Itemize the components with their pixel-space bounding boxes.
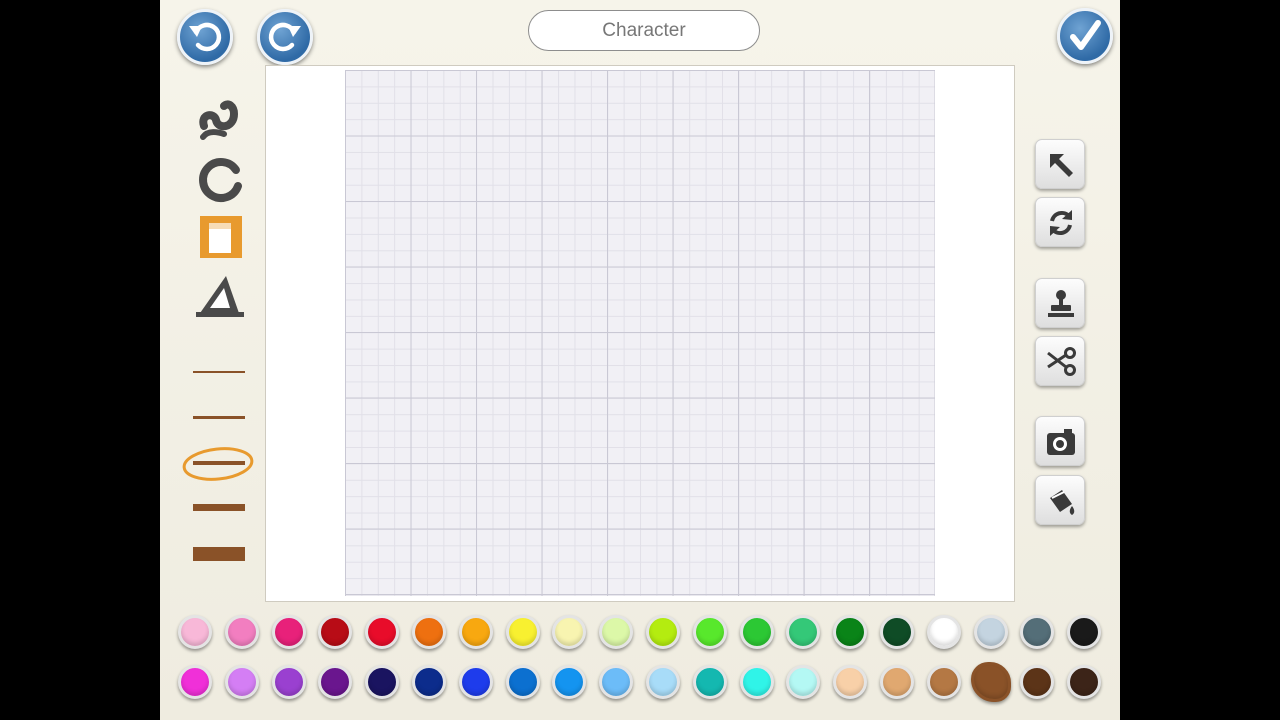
checkmark-icon	[1070, 20, 1101, 50]
square-icon	[200, 216, 242, 258]
color-swatch[interactable]	[224, 615, 259, 649]
color-swatch[interactable]	[880, 665, 914, 699]
color-swatch[interactable]	[599, 615, 634, 649]
color-swatch[interactable]	[458, 615, 493, 649]
color-swatch[interactable]	[412, 665, 446, 699]
color-swatch[interactable]	[646, 665, 680, 699]
color-swatch[interactable]	[833, 665, 868, 699]
color-swatch[interactable]	[552, 665, 587, 699]
stamp-button[interactable]	[1035, 278, 1085, 328]
brush-line	[193, 547, 245, 561]
color-swatch[interactable]	[552, 615, 587, 649]
brush-line	[193, 371, 245, 373]
brush-size-5[interactable]	[182, 537, 256, 571]
color-swatch[interactable]	[926, 665, 961, 699]
color-swatch[interactable]	[786, 665, 821, 699]
stamp-icon	[1048, 290, 1074, 317]
page-title: Character	[602, 20, 686, 41]
color-swatch[interactable]	[318, 665, 353, 699]
freehand-tool[interactable]	[190, 92, 250, 148]
redo-button[interactable]	[257, 9, 313, 65]
color-swatch[interactable]	[739, 665, 774, 699]
color-swatch[interactable]	[833, 615, 868, 649]
undo-button[interactable]	[177, 9, 233, 65]
fill-button[interactable]	[1035, 475, 1085, 525]
brush-line	[193, 461, 245, 465]
color-swatch[interactable]	[973, 615, 1008, 649]
brush-line	[193, 416, 245, 419]
brush-size-2[interactable]	[182, 400, 256, 434]
character-name-field[interactable]: Character	[528, 10, 760, 51]
color-swatch[interactable]	[786, 615, 821, 649]
camera-icon	[1047, 429, 1075, 455]
redo-icon	[268, 22, 301, 52]
rotate-icon	[1050, 210, 1072, 236]
color-swatch[interactable]	[224, 665, 259, 699]
color-swatch[interactable]	[1020, 615, 1055, 649]
color-swatch-selected[interactable]	[970, 662, 1011, 702]
color-swatch[interactable]	[318, 615, 353, 649]
brush-size-4[interactable]	[182, 490, 256, 524]
app-window: Character	[160, 0, 1120, 720]
color-swatch[interactable]	[412, 615, 446, 649]
brush-size-3[interactable]	[182, 446, 256, 481]
color-swatch[interactable]	[458, 665, 493, 699]
color-swatch[interactable]	[692, 665, 727, 699]
select-arrow-icon	[1050, 154, 1073, 177]
select-tool-button[interactable]	[1035, 139, 1085, 189]
scissors-icon	[1047, 347, 1076, 376]
color-swatch[interactable]	[505, 665, 540, 699]
undo-icon	[189, 22, 222, 52]
drawing-canvas[interactable]	[345, 70, 935, 596]
color-swatch[interactable]	[505, 615, 540, 649]
brush-line	[193, 504, 245, 511]
color-swatch[interactable]	[271, 615, 306, 649]
squiggle-icon	[199, 100, 239, 140]
circle-icon	[199, 158, 242, 202]
color-swatch[interactable]	[178, 665, 212, 699]
circle-tool[interactable]	[190, 152, 250, 208]
paint-bucket-icon	[1050, 490, 1075, 515]
color-swatch[interactable]	[1067, 665, 1102, 699]
square-tool[interactable]	[190, 210, 250, 266]
color-swatch[interactable]	[365, 615, 400, 649]
color-swatch[interactable]	[599, 665, 634, 699]
camera-button[interactable]	[1035, 416, 1085, 466]
triangle-icon	[196, 276, 244, 317]
color-swatch[interactable]	[739, 615, 774, 649]
color-swatch[interactable]	[178, 615, 212, 649]
brush-size-1[interactable]	[182, 355, 256, 389]
color-swatch[interactable]	[1020, 665, 1055, 699]
color-swatch[interactable]	[880, 615, 914, 649]
color-swatch[interactable]	[926, 615, 961, 649]
color-swatch[interactable]	[271, 665, 306, 699]
color-swatch[interactable]	[365, 665, 400, 699]
triangle-tool[interactable]	[190, 268, 250, 324]
color-swatch[interactable]	[646, 615, 680, 649]
color-swatch[interactable]	[692, 615, 727, 649]
done-button[interactable]	[1057, 8, 1113, 64]
color-swatch[interactable]	[1067, 615, 1102, 649]
rotate-button[interactable]	[1035, 197, 1085, 247]
cut-button[interactable]	[1035, 336, 1085, 386]
